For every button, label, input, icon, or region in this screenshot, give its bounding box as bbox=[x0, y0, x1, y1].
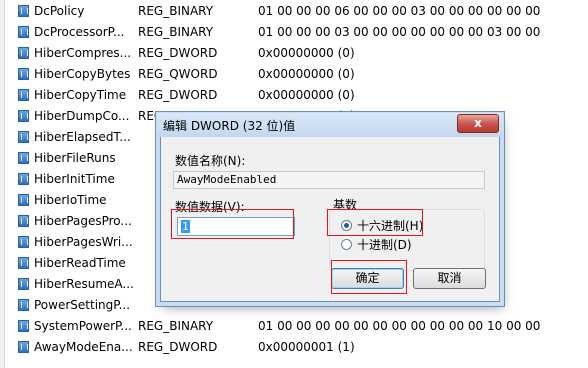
registry-row[interactable]: DcProcessorP... REG_BINARY 01 00 00 00 03 … bbox=[18, 22, 588, 43]
registry-value-name: HiberPagesPro... bbox=[34, 214, 132, 228]
registry-value-icon bbox=[18, 278, 29, 290]
registry-value-type: REG_DWORD bbox=[138, 340, 218, 354]
registry-value-icon bbox=[18, 110, 29, 122]
registry-value-data: 0x00000000 (0) bbox=[258, 88, 355, 102]
registry-value-icon bbox=[18, 236, 29, 248]
highlight-ok-button bbox=[331, 260, 407, 294]
highlight-hex-radio bbox=[327, 209, 423, 236]
registry-value-icon bbox=[18, 173, 29, 185]
dialog-body: 数值名称(N): AwayModeEnabled 数值数据(V): 1 基数 十… bbox=[161, 137, 499, 301]
registry-value-icon bbox=[18, 131, 29, 143]
registry-value-icon bbox=[18, 299, 29, 311]
registry-row[interactable]: DcPolicy REG_BINARY 01 00 00 00 06 00 00 0… bbox=[18, 1, 588, 22]
registry-value-name: HiberResumeA... bbox=[34, 277, 134, 291]
registry-value-icon bbox=[18, 341, 29, 353]
registry-value-icon bbox=[18, 194, 29, 206]
registry-value-icon bbox=[18, 152, 29, 164]
registry-value-name: HiberFileRuns bbox=[34, 151, 116, 165]
registry-value-type: REG_BINARY bbox=[138, 4, 214, 18]
registry-value-name: PowerSettingP... bbox=[34, 298, 131, 312]
registry-value-name: HiberCopyBytes bbox=[34, 67, 131, 81]
registry-value-name: SystemPowerP... bbox=[34, 319, 132, 333]
registry-row[interactable]: HiberCopyBytes REG_QWORD 0x00000000 (0) bbox=[18, 64, 588, 85]
value-name-field: AwayModeEnabled bbox=[173, 171, 485, 189]
registry-value-icon bbox=[18, 257, 29, 269]
registry-value-icon bbox=[18, 320, 29, 332]
dec-radio-button[interactable] bbox=[341, 239, 352, 250]
close-icon: x bbox=[474, 116, 482, 130]
registry-value-name: HiberInitTime bbox=[34, 172, 115, 186]
close-button[interactable]: x bbox=[457, 114, 499, 133]
cancel-button[interactable]: 取消 bbox=[413, 268, 486, 289]
registry-row[interactable]: HiberCopyTime REG_DWORD 0x00000000 (0) bbox=[18, 85, 588, 106]
highlight-data-box bbox=[171, 209, 294, 239]
registry-value-name: HiberCompres... bbox=[34, 46, 132, 60]
registry-value-name: HiberPagesWri... bbox=[34, 235, 133, 249]
registry-value-name: HiberCopyTime bbox=[34, 88, 127, 102]
value-name-label: 数值名称(N): bbox=[175, 154, 246, 168]
registry-value-icon bbox=[18, 89, 29, 101]
dec-radio-label: 十进制(D) bbox=[357, 238, 412, 252]
registry-value-name: DcPolicy bbox=[34, 4, 85, 18]
registry-value-name: DcProcessorP... bbox=[34, 25, 125, 39]
registry-row[interactable]: HiberCompres... REG_DWORD 0x00000000 (0) bbox=[18, 43, 588, 64]
registry-value-data: 01 00 00 00 00 00 00 00 00 00 00 00 10 0… bbox=[258, 319, 541, 333]
registry-value-type: REG_BINARY bbox=[138, 25, 214, 39]
registry-value-data: 01 00 00 00 06 00 00 00 03 00 00 00 00 0… bbox=[258, 4, 541, 18]
registry-value-data: 01 00 00 00 03 00 00 00 00 00 00 00 03 0… bbox=[258, 25, 541, 39]
registry-value-name: AwayModeEna... bbox=[34, 340, 133, 354]
registry-value-type: REG_BINARY bbox=[138, 319, 214, 333]
registry-value-data: 0x00000000 (0) bbox=[258, 46, 355, 60]
registry-value-type: REG_DWORD bbox=[138, 46, 218, 60]
registry-value-type: REG_QWORD bbox=[138, 67, 218, 81]
registry-value-icon bbox=[18, 68, 29, 80]
registry-value-name: HiberIoTime bbox=[34, 193, 107, 207]
registry-value-name: HiberElapsedT... bbox=[34, 130, 131, 144]
registry-value-icon bbox=[18, 47, 29, 59]
registry-value-name: HiberReadTime bbox=[34, 256, 126, 270]
registry-value-icon bbox=[18, 5, 29, 17]
registry-value-icon bbox=[18, 215, 29, 227]
registry-row[interactable]: SystemPowerP... REG_BINARY 01 00 00 00 00 … bbox=[18, 316, 588, 337]
registry-value-data: 0x00000001 (1) bbox=[258, 340, 355, 354]
registry-value-name: HiberDumpCo... bbox=[34, 109, 130, 123]
dialog-titlebar[interactable]: 编辑 DWORD (32 位)值 x bbox=[157, 113, 503, 137]
dialog-title: 编辑 DWORD (32 位)值 bbox=[163, 119, 296, 133]
registry-row[interactable]: AwayModeEna... REG_DWORD 0x00000001 (1) bbox=[18, 337, 588, 358]
registry-value-data: 0x00000000 (0) bbox=[258, 67, 355, 81]
edit-dword-dialog: 编辑 DWORD (32 位)值 x 数值名称(N): AwayModeEnab… bbox=[157, 113, 503, 302]
registry-value-type: REG_DWORD bbox=[138, 88, 218, 102]
registry-value-icon bbox=[18, 26, 29, 38]
